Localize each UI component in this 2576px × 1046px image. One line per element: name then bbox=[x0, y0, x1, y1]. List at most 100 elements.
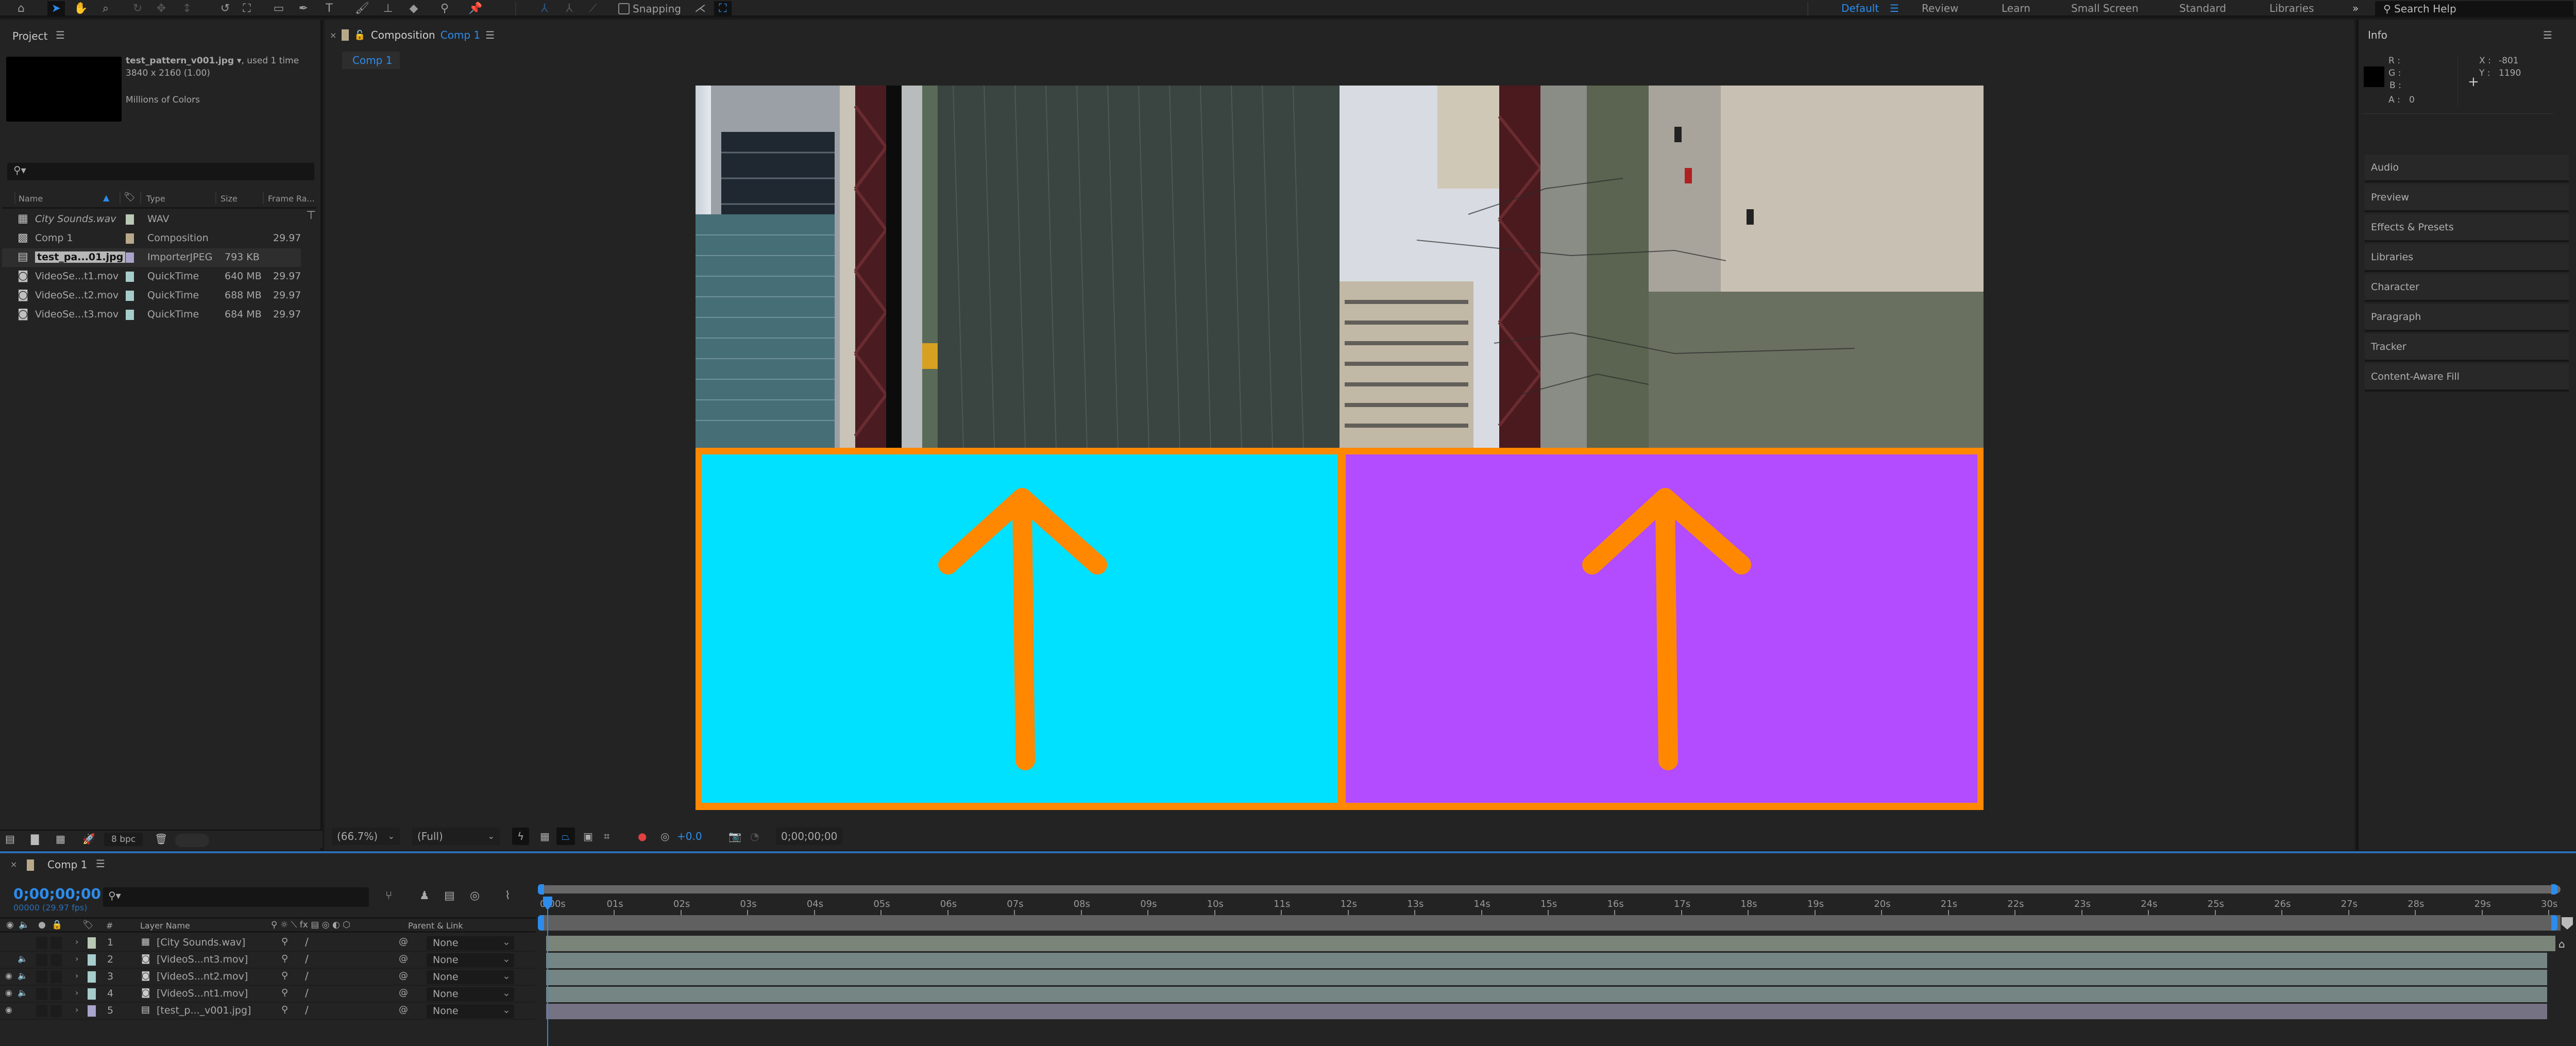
audio-speaker-icon[interactable]: 🔈 bbox=[18, 988, 28, 998]
frame-blending-icon[interactable]: ▤ bbox=[444, 889, 455, 902]
expand-chevron-icon[interactable]: › bbox=[75, 988, 78, 998]
channel-rgb-icon[interactable]: ● bbox=[633, 828, 652, 845]
bit-depth-button[interactable]: 8 bpc bbox=[104, 833, 143, 846]
selected-item-name[interactable]: test_pattern_v001.jpg ▾ bbox=[126, 56, 241, 66]
shy-layers-icon[interactable]: ♟ bbox=[419, 889, 430, 902]
resolution-dropdown[interactable]: (Full) ⌄ bbox=[412, 828, 500, 845]
rotate-tool-icon[interactable]: ↻ bbox=[129, 1, 146, 16]
interpret-footage-icon[interactable]: ▤ bbox=[5, 833, 15, 845]
label-color[interactable] bbox=[88, 1005, 96, 1017]
panel-tracker[interactable]: Tracker bbox=[2365, 334, 2569, 362]
shy-switch-icon[interactable]: ⚲ bbox=[281, 1004, 288, 1015]
column-header-parent[interactable]: Parent & Link bbox=[408, 921, 463, 931]
snapshot-camera-icon[interactable]: 📷 bbox=[723, 828, 747, 845]
layer-name[interactable]: [City Sounds.wav] bbox=[157, 937, 245, 948]
pick-whip-icon[interactable]: @ bbox=[399, 987, 408, 998]
lock-toggle[interactable] bbox=[50, 954, 62, 966]
brush-tool-icon[interactable]: 🖌 bbox=[353, 1, 371, 16]
new-composition-icon[interactable]: ▦ bbox=[56, 833, 65, 845]
comp-flowchart-tab[interactable]: Comp 1 bbox=[342, 52, 400, 69]
parent-dropdown[interactable]: None bbox=[427, 936, 514, 950]
layer-name[interactable]: [test_p..._v001.jpg] bbox=[157, 1005, 251, 1016]
selection-tool-icon[interactable]: ➤ bbox=[47, 1, 65, 16]
layer-duration-bar[interactable] bbox=[546, 1004, 2547, 1019]
graph-editor-icon[interactable]: ⌇ bbox=[505, 889, 511, 902]
work-area-end-handle[interactable] bbox=[2551, 915, 2557, 931]
expand-chevron-icon[interactable]: › bbox=[75, 954, 78, 964]
shy-switch-icon[interactable]: ⚲ bbox=[281, 936, 288, 947]
layer-row[interactable]: ◉ › 5 ▤ [test_p..._v001.jpg] ⚲ / @ None ⌄ bbox=[0, 1003, 536, 1020]
layer-row[interactable]: ◉ 🔈 › 3 ◙ [VideoS...nt2.mov] ⚲ / @ None ⌄ bbox=[0, 969, 536, 986]
axis-world-icon[interactable]: ⅄ bbox=[561, 1, 578, 16]
shy-switch-icon[interactable]: ⚲ bbox=[281, 987, 288, 998]
panel-menu-icon[interactable]: ☰ bbox=[485, 29, 495, 41]
parent-dropdown[interactable]: None bbox=[427, 987, 514, 1001]
layer-duration-bar[interactable] bbox=[546, 987, 2547, 1002]
timeline-current-time[interactable]: 0;00;00;00 bbox=[13, 885, 101, 902]
render-queue-icon[interactable]: 🚀 bbox=[82, 833, 95, 845]
show-snapshot-icon[interactable]: ◔ bbox=[745, 828, 764, 845]
layer-duration-bar[interactable] bbox=[546, 953, 2547, 968]
quality-switch-icon[interactable]: / bbox=[305, 953, 309, 965]
parent-dropdown[interactable]: None bbox=[427, 970, 514, 984]
pan-behind-tool-icon[interactable]: ✥ bbox=[152, 1, 170, 16]
panel-audio[interactable]: Audio bbox=[2365, 155, 2569, 182]
workspace-review[interactable]: Review bbox=[1922, 2, 1958, 14]
layer-row[interactable]: › 1 ▦ [City Sounds.wav] ⚲ / @ None ⌄ bbox=[0, 935, 536, 952]
label-color[interactable] bbox=[88, 954, 96, 966]
label-color[interactable] bbox=[126, 233, 134, 244]
quality-switch-icon[interactable]: / bbox=[305, 987, 309, 999]
label-color[interactable] bbox=[126, 310, 134, 320]
magnification-dropdown[interactable]: (66.7%) ⌄ bbox=[332, 828, 400, 845]
project-item[interactable]: ▤ test_pa...01.jpg ImporterJPEG 793 KB bbox=[2, 248, 301, 267]
solo-toggle[interactable] bbox=[36, 988, 47, 1000]
project-item[interactable]: ◙ VideoSe...t1.mov QuickTime 640 MB 29.97 bbox=[2, 267, 301, 286]
label-color[interactable] bbox=[126, 252, 134, 263]
project-item[interactable]: ▦ City Sounds.wav WAV bbox=[2, 210, 301, 229]
composition-tab[interactable]: × 🔓 Composition Comp 1 ☰ bbox=[330, 26, 495, 44]
composition-viewer[interactable] bbox=[696, 86, 1984, 810]
panel-menu-icon[interactable]: ☰ bbox=[56, 29, 65, 41]
trash-icon[interactable]: 🗑 bbox=[155, 833, 167, 845]
label-column-icon[interactable]: 🏷 bbox=[124, 192, 135, 203]
panel-menu-icon[interactable]: ☰ bbox=[2543, 29, 2552, 41]
axis-local-icon[interactable]: ⅄ bbox=[536, 1, 553, 16]
panel-effects-presets[interactable]: Effects & Presets bbox=[2365, 214, 2569, 242]
audio-speaker-icon[interactable]: 🔈 bbox=[18, 954, 28, 964]
column-header-layer-name[interactable]: Layer Name bbox=[140, 921, 190, 931]
panel-preview[interactable]: Preview bbox=[2365, 184, 2569, 212]
puppet-tool-icon[interactable]: 📌 bbox=[467, 1, 484, 16]
workspace-menu-icon[interactable]: ☰ bbox=[1890, 2, 1899, 14]
label-color[interactable] bbox=[88, 937, 96, 949]
project-item[interactable]: ◙ VideoSe...t2.mov QuickTime 688 MB 29.97 bbox=[2, 286, 301, 305]
panel-content-aware-fill[interactable]: Content-Aware Fill bbox=[2365, 364, 2569, 392]
sort-ascending-icon[interactable]: ▲ bbox=[103, 193, 109, 203]
workspace-small-screen[interactable]: Small Screen bbox=[2071, 2, 2139, 14]
panel-menu-icon[interactable]: ☰ bbox=[96, 857, 105, 870]
exposure-value[interactable]: +0.0 bbox=[672, 828, 707, 845]
quality-switch-icon[interactable]: / bbox=[305, 1004, 309, 1016]
snapping-checkbox[interactable]: Snapping bbox=[618, 2, 681, 15]
guides-grid-icon[interactable]: ⌗ bbox=[599, 828, 615, 845]
hand-tool-icon[interactable]: ✋ bbox=[72, 1, 90, 16]
workspace-standard[interactable]: Standard bbox=[2179, 2, 2226, 14]
panel-libraries[interactable]: Libraries bbox=[2365, 244, 2569, 272]
layer-duration-bar[interactable] bbox=[546, 970, 2547, 985]
layer-duration-bar[interactable] bbox=[546, 936, 2555, 951]
workspace-libraries[interactable]: Libraries bbox=[2269, 2, 2314, 14]
solo-toggle[interactable] bbox=[36, 937, 47, 949]
lock-toggle[interactable] bbox=[50, 1005, 62, 1017]
layer-name[interactable]: [VideoS...nt2.mov] bbox=[157, 971, 248, 982]
transparency-grid-icon[interactable]: ▦ bbox=[535, 828, 555, 845]
column-header-size[interactable]: Size bbox=[221, 194, 238, 204]
layer-name[interactable]: [VideoS...nt3.mov] bbox=[157, 954, 248, 965]
work-area-bar[interactable] bbox=[541, 915, 2561, 931]
video-visibility-icon[interactable]: ◉ bbox=[5, 988, 12, 998]
column-header-number[interactable]: # bbox=[106, 921, 113, 931]
work-area-start-handle[interactable] bbox=[538, 915, 544, 931]
workspace-overflow-button[interactable]: » bbox=[2352, 2, 2359, 14]
navigator-end-handle[interactable] bbox=[2551, 884, 2557, 895]
lock-toggle[interactable] bbox=[50, 937, 62, 949]
label-color[interactable] bbox=[126, 272, 134, 282]
column-header-type[interactable]: Type bbox=[146, 194, 165, 204]
